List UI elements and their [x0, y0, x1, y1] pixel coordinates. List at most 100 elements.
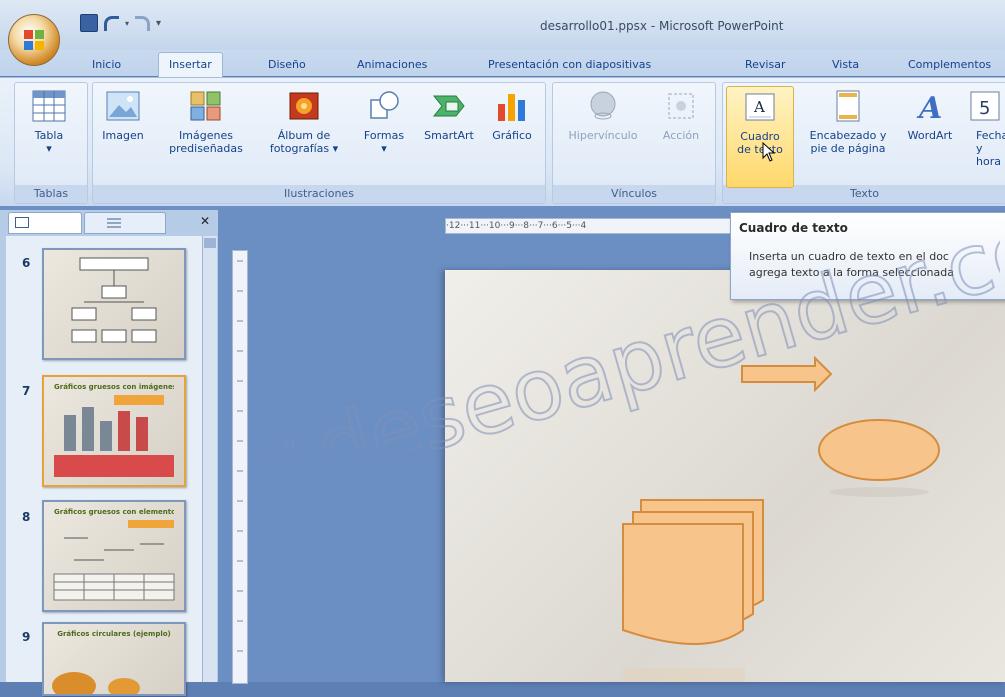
office-logo-icon	[24, 30, 44, 50]
fecha-hora-button[interactable]: 5 Fecha y hora	[962, 90, 1005, 168]
block-arrow-shape	[741, 355, 833, 393]
slide-9-title: Gráficos circulares (ejemplo)	[57, 630, 171, 638]
multi-document-shape	[622, 499, 764, 682]
text-box-icon: A	[745, 93, 775, 121]
imagen-button[interactable]: Imagen	[96, 90, 150, 142]
slide-6-diagram-icon	[71, 257, 157, 343]
tab-inicio[interactable]: Inicio	[92, 55, 121, 75]
tooltip-line-1: Inserta un cuadro de texto en el doc	[749, 250, 949, 263]
hipervinculo-button[interactable]: Hipervínculo	[558, 90, 648, 142]
picture-icon	[106, 91, 140, 121]
tab-complementos[interactable]: Complementos	[908, 55, 991, 75]
imagenes-label-1: Imágenes	[179, 129, 233, 142]
slide-number: 9	[22, 630, 31, 644]
slide-7-chart-icon	[54, 395, 174, 477]
grafico-button[interactable]: Gráfico	[486, 90, 538, 142]
tab-slides[interactable]	[8, 212, 82, 234]
window-title: desarrollo01.ppsx - Microsoft PowerPoint	[540, 19, 784, 33]
grafico-label: Gráfico	[492, 129, 532, 142]
slide-thumbnail-6[interactable]	[42, 248, 186, 360]
customize-qat-icon[interactable]: ▾	[156, 18, 161, 29]
group-label-ilustraciones: Ilustraciones	[93, 185, 545, 203]
cuadro-label-2: de texto	[737, 143, 783, 156]
outline-tab-icon	[107, 218, 121, 228]
tabla-label: Tabla	[34, 129, 64, 142]
svg-text:A: A	[753, 98, 765, 116]
office-button[interactable]	[8, 14, 60, 66]
formas-label: Formas	[363, 129, 405, 142]
album-button[interactable]: Álbum de fotografías ▾	[262, 90, 346, 155]
slide-8-title: Gráficos gruesos con elementos	[54, 508, 174, 516]
scroll-up-icon[interactable]	[204, 238, 216, 248]
clipart-icon	[190, 91, 221, 121]
accion-button[interactable]: Acción	[652, 90, 710, 142]
formas-button[interactable]: Formas ▾	[356, 90, 412, 155]
tab-diseno[interactable]: Diseño	[268, 55, 306, 75]
horizontal-ruler[interactable]: ·12···11···10···9···8···7···6···5···4	[445, 218, 737, 234]
tab-animaciones[interactable]: Animaciones	[357, 55, 427, 75]
accion-label: Acción	[662, 129, 700, 142]
tab-insertar[interactable]: Insertar	[158, 52, 223, 78]
date-time-icon: 5	[970, 91, 1000, 121]
hyperlink-globe-icon	[590, 91, 616, 120]
tooltip-title: Cuadro de texto	[739, 221, 848, 235]
group-label-vinculos: Vínculos	[553, 185, 715, 203]
slide-canvas[interactable]	[445, 270, 1005, 682]
slide-shapes	[622, 355, 940, 682]
slide-thumbnail-9[interactable]: Gráficos circulares (ejemplo)	[42, 622, 186, 697]
album-label-1: Álbum de	[277, 129, 331, 142]
tab-vista[interactable]: Vista	[832, 55, 859, 75]
redo-icon[interactable]	[135, 15, 151, 31]
smartart-icon	[432, 95, 465, 117]
encabezado-button[interactable]: Encabezado y pie de página	[796, 90, 900, 155]
chevron-down-icon: ▾	[381, 142, 387, 155]
chevron-down-icon: ▾	[329, 142, 339, 155]
panel-tabs	[6, 212, 216, 234]
tabla-button[interactable]: Tabla ▾	[20, 90, 78, 155]
vertical-ruler[interactable]	[232, 250, 248, 684]
slide-number: 7	[22, 384, 31, 398]
slide-thumbnail-8[interactable]: Gráficos gruesos con elementos	[42, 500, 186, 612]
chart-icon	[498, 94, 525, 121]
action-icon	[668, 93, 694, 119]
tooltip-line-2: agrega texto a la forma seleccionada	[749, 266, 954, 279]
close-panel-icon[interactable]: ✕	[200, 214, 210, 228]
undo-dropdown-icon[interactable]: ▾	[125, 19, 129, 28]
table-icon	[32, 90, 66, 122]
mouse-pointer-icon	[762, 142, 776, 162]
wordart-label: WordArt	[907, 129, 953, 142]
panel-scrollbar[interactable]	[202, 236, 217, 682]
tab-outline[interactable]	[84, 212, 166, 234]
chevron-down-icon: ▾	[46, 142, 52, 155]
smartart-button[interactable]: SmartArt	[416, 90, 482, 142]
shapes-icon	[370, 91, 399, 119]
save-icon[interactable]	[80, 14, 98, 32]
cuadro-de-texto-button[interactable]: A Cuadro de texto	[726, 86, 794, 188]
tab-presentacion[interactable]: Presentación con diapositivas	[488, 55, 651, 75]
hipervinculo-label: Hipervínculo	[568, 129, 638, 142]
imagenes-prediseñadas-button[interactable]: Imágenes prediseñadas	[156, 90, 256, 155]
quick-access-toolbar: ▾ ▾	[80, 14, 161, 32]
smartart-label: SmartArt	[424, 129, 474, 142]
header-footer-icon	[836, 90, 860, 122]
slide-number: 8	[22, 510, 31, 524]
encab-label-1: Encabezado y	[809, 129, 887, 142]
wordart-icon: A	[916, 91, 942, 126]
fecha-label-1: Fecha	[976, 129, 1005, 142]
photo-album-icon	[289, 92, 319, 120]
imagenes-label-2: prediseñadas	[169, 142, 243, 155]
undo-icon[interactable]	[104, 15, 119, 31]
fecha-label-2: y hora	[976, 142, 1001, 168]
encab-label-2: pie de página	[810, 142, 886, 155]
tab-revisar[interactable]: Revisar	[745, 55, 785, 75]
group-label-tablas: Tablas	[15, 185, 87, 203]
tooltip: Cuadro de texto Inserta un cuadro de tex…	[730, 212, 1005, 300]
slide-number: 6	[22, 256, 31, 270]
wordart-button[interactable]: A WordArt	[902, 90, 958, 142]
slide-7-title: Gráficos gruesos con imágenes	[54, 383, 174, 391]
vertical-ruler-ticks	[237, 260, 243, 652]
ellipse-shape	[818, 419, 940, 497]
slide-8-chart-icon	[53, 520, 175, 601]
slide-thumbnail-7[interactable]: Gráficos gruesos con imágenes	[42, 375, 186, 487]
album-label-2: fotografías	[269, 142, 330, 155]
